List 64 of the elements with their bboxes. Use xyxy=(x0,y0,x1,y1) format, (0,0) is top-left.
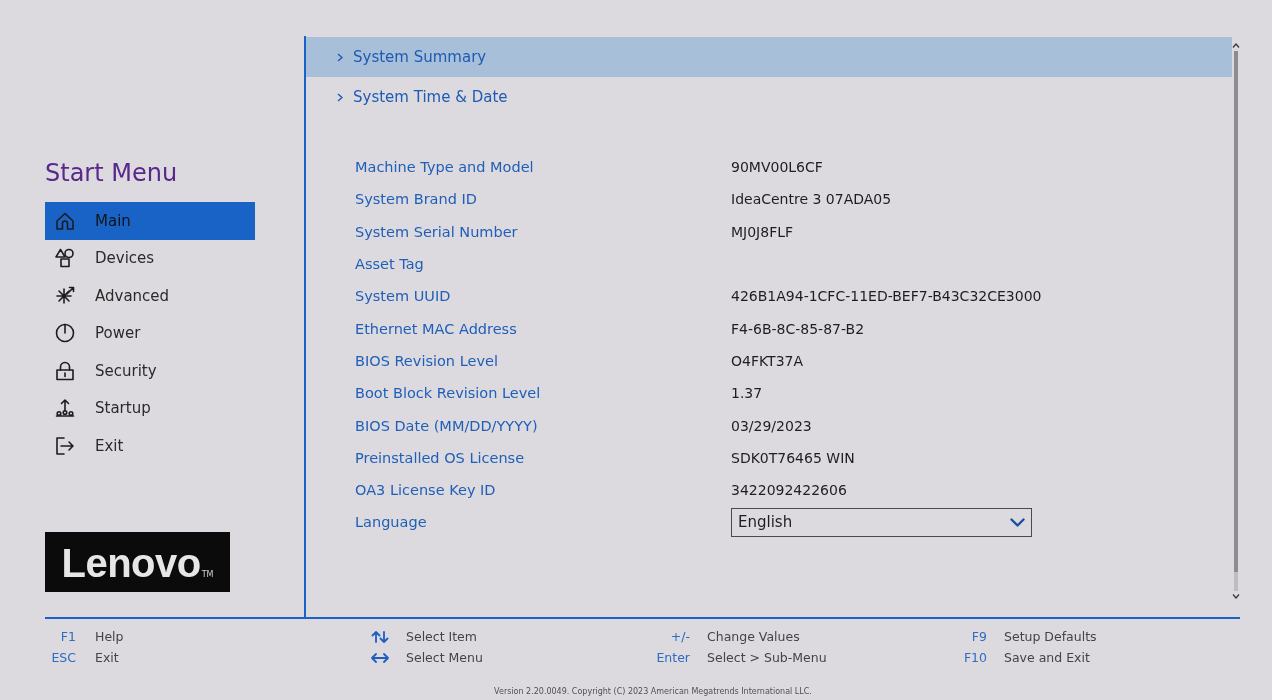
field-label: System UUID xyxy=(355,288,451,305)
field-label: Machine Type and Model xyxy=(355,159,534,176)
field-value: SDK0T76465 WIN xyxy=(731,449,855,466)
field-label: Asset Tag xyxy=(355,256,424,273)
left-right-arrows-icon xyxy=(371,651,389,664)
sidebar-item[interactable]: Power xyxy=(45,314,255,352)
field-value: IdeaCentre 3 07ADA05 xyxy=(731,191,892,208)
key-label: F10 xyxy=(963,650,987,665)
trademark-text: TM xyxy=(201,570,214,579)
field-label: Preinstalled OS License xyxy=(355,449,525,466)
logo-text: Lenovo xyxy=(61,546,201,580)
field-value: 90MV00L6CF xyxy=(731,159,823,176)
exit-arrow-icon xyxy=(55,435,75,456)
field-label: Language xyxy=(355,514,427,531)
field-label: OA3 License Key ID xyxy=(355,482,496,499)
field-value: 1.37 xyxy=(731,385,763,402)
caret-down-icon[interactable] xyxy=(1232,594,1240,599)
key-action: Setup Defaults xyxy=(1004,629,1097,644)
up-down-arrows-icon xyxy=(371,630,389,643)
key-label: +/- xyxy=(670,629,690,644)
sidebar-item[interactable]: Exit xyxy=(45,427,255,465)
sidebar-item[interactable]: Advanced xyxy=(45,277,255,315)
field-label: BIOS Revision Level xyxy=(355,352,498,369)
power-icon xyxy=(55,323,75,344)
menu-title: Start Menu xyxy=(45,158,178,188)
key-action: Save and Exit xyxy=(1004,650,1090,665)
field-value: 426B1A94-1CFC-11ED-BEF7-B43C32CE3000 xyxy=(731,288,1042,305)
field-value: 3422092422606 xyxy=(731,482,847,499)
field-value: MJ0J8FLF xyxy=(731,223,794,240)
chevron-right-icon xyxy=(337,92,343,102)
chevron-right-icon xyxy=(337,52,343,62)
field-value: F4-6B-8C-85-87-B2 xyxy=(731,320,865,337)
key-label: F9 xyxy=(971,629,987,644)
key-action: Change Values xyxy=(707,629,800,644)
submenu-link[interactable]: System Time & Date xyxy=(306,77,1232,117)
key-action: Select Item xyxy=(406,629,477,644)
scrollbar-track[interactable] xyxy=(1234,51,1238,591)
field-value: 03/29/2023 xyxy=(731,417,812,434)
padlock-icon xyxy=(55,360,75,381)
field-label: System Serial Number xyxy=(355,223,518,240)
caret-up-icon[interactable] xyxy=(1232,43,1240,48)
field-label: System Brand ID xyxy=(355,191,477,208)
field-value: O4FKT37A xyxy=(731,352,804,369)
version-text: Version 2.20.0049. Copyright (C) 2023 American Megatrends International LLC. xyxy=(494,687,812,696)
language-dropdown[interactable]: English xyxy=(731,507,1032,537)
key-label: F1 xyxy=(60,629,76,644)
field-label: Boot Block Revision Level xyxy=(355,385,541,402)
key-action: Help xyxy=(95,629,124,644)
sidebar-item[interactable]: Startup xyxy=(45,389,255,427)
asterisk-arrow-icon xyxy=(55,285,75,306)
key-label: ESC xyxy=(51,650,76,665)
submenu-link[interactable]: System Summary xyxy=(306,37,1232,77)
upload-nodes-icon xyxy=(55,398,75,419)
house-icon xyxy=(55,210,75,231)
sidebar-item[interactable]: Devices xyxy=(45,239,255,277)
key-action: Select > Sub-Menu xyxy=(707,650,827,665)
sidebar-item[interactable]: Security xyxy=(45,352,255,390)
shapes-icon xyxy=(55,248,75,269)
field-label: Ethernet MAC Address xyxy=(355,320,517,337)
key-action: Select Menu xyxy=(406,650,483,665)
key-label: Enter xyxy=(656,650,690,665)
chevron-down-icon xyxy=(1010,517,1025,527)
key-action: Exit xyxy=(95,650,119,665)
field-label: BIOS Date (MM/DD/YYYY) xyxy=(355,417,538,434)
